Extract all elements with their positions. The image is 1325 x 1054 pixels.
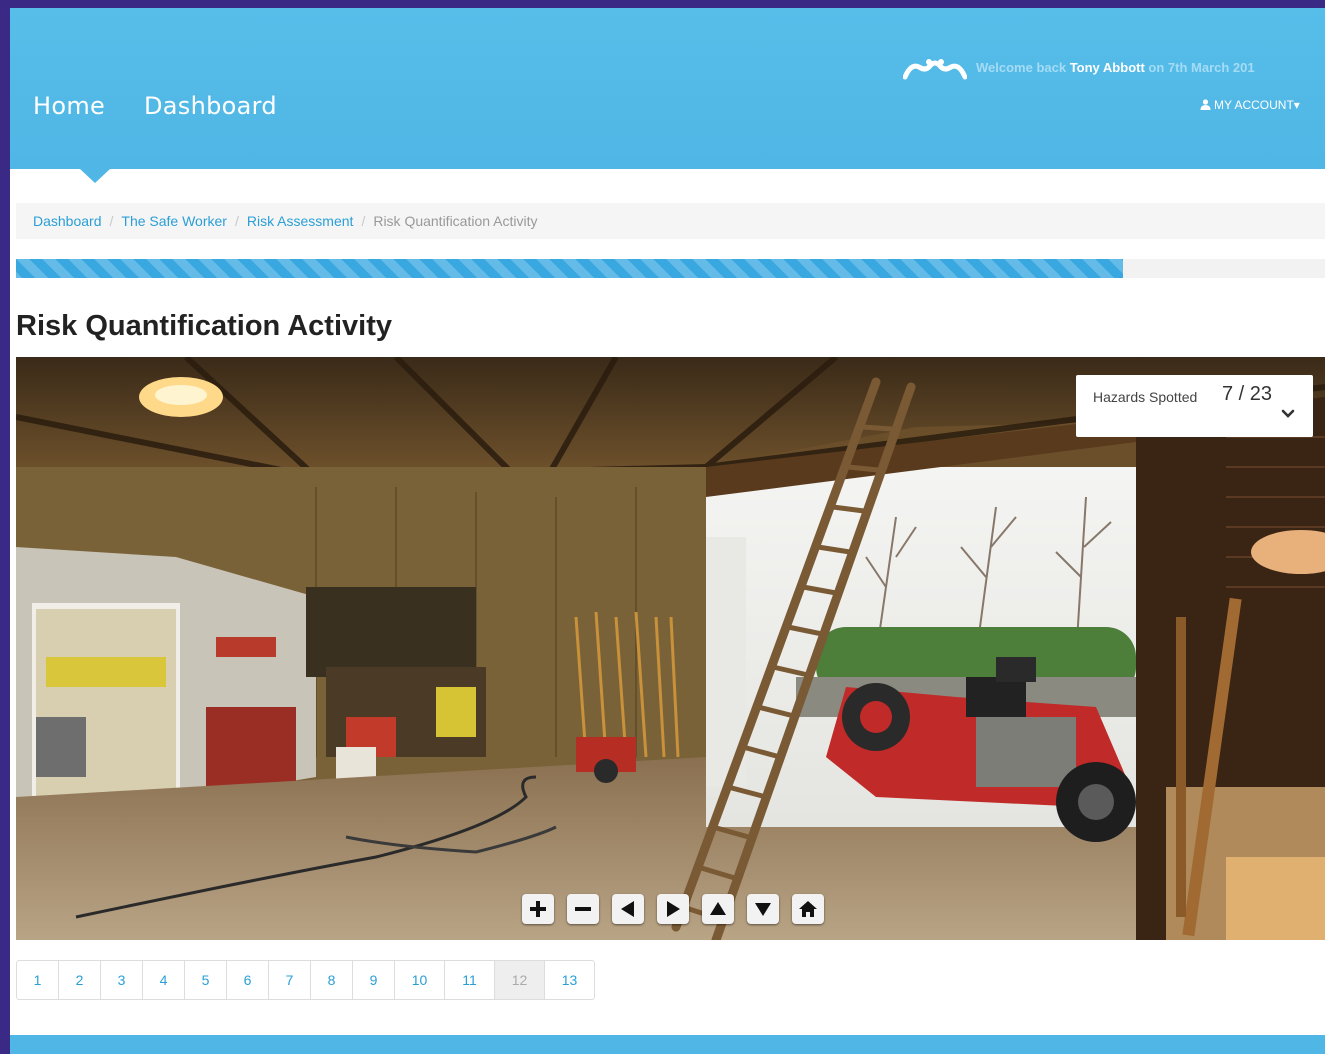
- breadcrumb-current: Risk Quantification Activity: [373, 213, 538, 229]
- pan-down-button[interactable]: [747, 894, 779, 924]
- page-link-12[interactable]: 12: [495, 961, 545, 999]
- pagination: 1 2 3 4 5 6 7 8 9 10 11 12 13: [16, 960, 595, 1000]
- my-account-menu[interactable]: MY ACCOUNT▾: [1200, 98, 1300, 112]
- nav-dashboard[interactable]: Dashboard: [144, 92, 277, 120]
- page-title: Risk Quantification Activity: [16, 310, 392, 342]
- active-nav-indicator: [80, 169, 110, 183]
- logo-icon: [903, 59, 967, 80]
- hazards-spotted-panel[interactable]: Hazards Spotted 7 / 23: [1076, 375, 1313, 437]
- hazards-spotted-label: Hazards Spotted: [1093, 389, 1198, 405]
- breadcrumb-separator: /: [234, 213, 239, 229]
- breadcrumb-separator: /: [109, 213, 114, 229]
- progress-bar: [16, 259, 1325, 278]
- breadcrumb-safe-worker[interactable]: The Safe Worker: [121, 213, 227, 229]
- page-link-6[interactable]: 6: [227, 961, 269, 999]
- header: Home Dashboard Welcome back Tony Abbott …: [10, 8, 1325, 169]
- page-link-13[interactable]: 13: [545, 961, 594, 999]
- page-link-4[interactable]: 4: [143, 961, 185, 999]
- breadcrumb-risk-assessment[interactable]: Risk Assessment: [247, 213, 354, 229]
- footer-bar: [10, 1035, 1325, 1054]
- hazards-spotted-count: 7 / 23: [1222, 383, 1273, 405]
- panorama-viewer[interactable]: Hazards Spotted 7 / 23: [16, 357, 1325, 940]
- welcome-message: Welcome back Tony Abbott on 7th March 20…: [976, 60, 1255, 75]
- page-link-1[interactable]: 1: [17, 961, 59, 999]
- chevron-down-icon: ▾: [1293, 98, 1300, 112]
- user-name: Tony Abbott: [1069, 60, 1145, 75]
- user-icon: [1200, 99, 1211, 110]
- pan-right-button[interactable]: [657, 894, 689, 924]
- breadcrumb-separator: /: [361, 213, 366, 229]
- breadcrumb: Dashboard / The Safe Worker / Risk Assessmen…: [16, 203, 1325, 239]
- zoom-in-icon: [530, 901, 546, 917]
- page-link-5[interactable]: 5: [185, 961, 227, 999]
- pan-up-icon: [710, 902, 726, 915]
- page-link-2[interactable]: 2: [59, 961, 101, 999]
- page-link-11[interactable]: 11: [445, 961, 495, 999]
- page-link-8[interactable]: 8: [311, 961, 353, 999]
- app-frame: Home Dashboard Welcome back Tony Abbott …: [10, 8, 1325, 1054]
- pan-left-icon: [621, 901, 634, 917]
- home-icon: [799, 901, 817, 917]
- zoom-out-icon: [575, 907, 591, 911]
- progress-fill: [16, 259, 1124, 278]
- panorama-controls: [522, 894, 837, 924]
- page-link-3[interactable]: 3: [101, 961, 143, 999]
- welcome-date: on 7th March 201: [1144, 60, 1255, 75]
- zoom-in-button[interactable]: [522, 894, 554, 924]
- home-view-button[interactable]: [792, 894, 824, 924]
- breadcrumb-dashboard[interactable]: Dashboard: [33, 213, 102, 229]
- welcome-prefix: Welcome back: [976, 60, 1070, 75]
- pan-down-icon: [755, 903, 771, 916]
- nav-home[interactable]: Home: [33, 92, 105, 120]
- pan-up-button[interactable]: [702, 894, 734, 924]
- pan-left-button[interactable]: [612, 894, 644, 924]
- zoom-out-button[interactable]: [567, 894, 599, 924]
- pan-right-icon: [667, 901, 680, 917]
- chevron-down-icon[interactable]: [1281, 409, 1295, 419]
- panorama-image: [16, 357, 1325, 940]
- page-link-10[interactable]: 10: [395, 961, 445, 999]
- page-link-7[interactable]: 7: [269, 961, 311, 999]
- my-account-label: MY ACCOUNT: [1214, 98, 1294, 112]
- page-link-9[interactable]: 9: [353, 961, 395, 999]
